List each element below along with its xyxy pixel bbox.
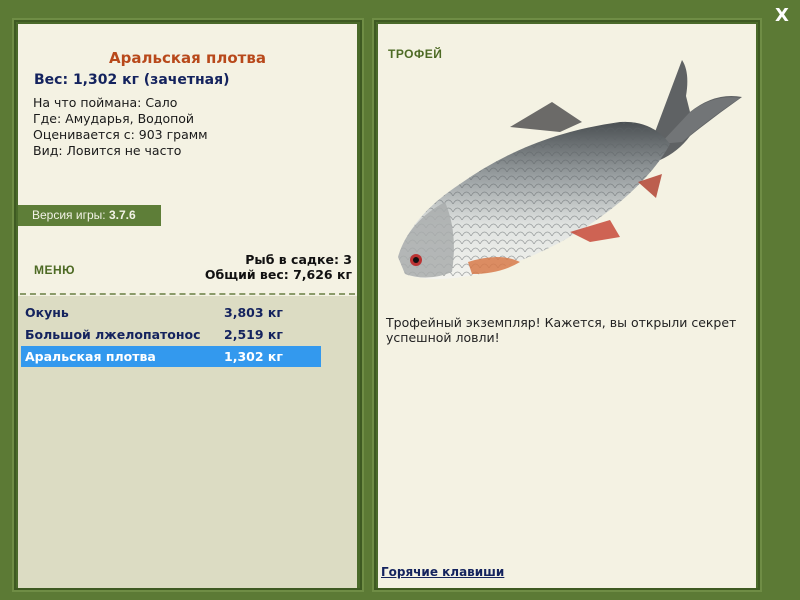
catch-list-item[interactable]: Большой лжелопатонос 2,519 кг [21,324,321,345]
catch-weight: 2,519 кг [224,327,283,342]
catch-name: Окунь [25,305,69,320]
hotkeys-link[interactable]: Горячие клавиши [381,565,504,579]
catch-name: Аральская плотва [25,349,156,364]
catch-list-item-selected[interactable]: Аральская плотва 1,302 кг [21,346,321,367]
fish-weight: Вес: 1,302 кг (зачетная) [34,72,230,88]
keepnet-stats: Рыб в садке: 3 Общий вес: 7,626 кг [205,252,352,282]
total-weight: Общий вес: 7,626 кг [204,267,352,282]
fish-location: Где: Амударья, Водопой [33,111,195,126]
menu-button[interactable]: МЕНЮ [34,263,75,277]
catch-weight: 1,302 кг [224,349,283,364]
version-label: Версия игры: [32,208,106,222]
divider [20,293,355,295]
catch-name: Большой лжелопатонос [25,327,201,342]
catch-list-item[interactable]: Окунь 3,803 кг [21,302,321,323]
fish-rated-from: Оценивается с: 903 грамм [33,127,208,142]
version-number: 3.7.6 [108,208,136,222]
fish-count: Рыб в садке: 3 [245,252,352,267]
version-bar: Версия игры: 3.7.6 [18,205,161,226]
catch-weight: 3,803 кг [224,305,283,320]
fish-kind: Вид: Ловится не часто [33,143,182,158]
close-button[interactable]: X [772,6,792,26]
roach-fish-image [398,60,742,279]
fish-bait: На что поймана: Сало [33,95,178,110]
fish-title: Аральская плотва [109,49,266,67]
trophy-message: Трофейный экземпляр! Кажется, вы открыли… [386,315,737,345]
